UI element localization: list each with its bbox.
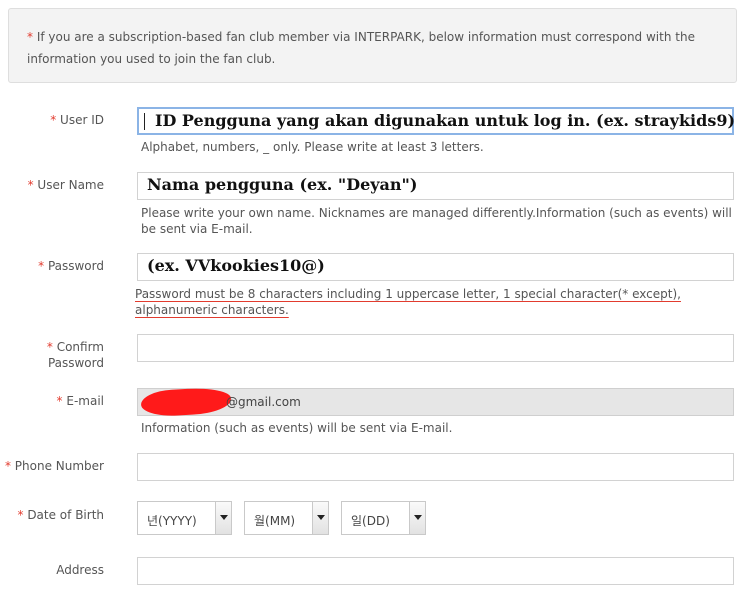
phone-label-text: Phone Number bbox=[14, 459, 104, 473]
address-label-text: Address bbox=[56, 563, 104, 577]
chevron-down-icon bbox=[312, 502, 328, 534]
required-mark: * bbox=[27, 178, 34, 192]
confirm-password-label-line1: Confirm bbox=[56, 340, 104, 354]
email-input: @gmail.com bbox=[137, 386, 734, 418]
required-mark: * bbox=[17, 508, 24, 522]
user-id-annotation: ID Pengguna yang akan digunakan untuk lo… bbox=[155, 111, 736, 130]
user-id-help: Alphabet, numbers, _ only. Please write … bbox=[141, 140, 484, 154]
email-label: * E-mail bbox=[57, 393, 104, 409]
phone-input[interactable] bbox=[137, 453, 734, 481]
email-label-text: E-mail bbox=[66, 394, 104, 408]
user-name-label-text: User Name bbox=[37, 178, 104, 192]
user-name-input[interactable]: Nama pengguna (ex. "Deyan") bbox=[137, 172, 734, 200]
password-input[interactable]: (ex. VVkookies10@) bbox=[137, 253, 734, 281]
chevron-down-icon bbox=[215, 502, 231, 534]
notice-asterisk: * bbox=[27, 30, 33, 44]
dob-label: * Date of Birth bbox=[17, 507, 104, 523]
user-name-help: Please write your own name. Nicknames ar… bbox=[141, 206, 732, 236]
text-caret bbox=[144, 113, 145, 130]
dob-month-value: 월(MM) bbox=[254, 514, 296, 528]
required-mark: * bbox=[38, 259, 45, 273]
password-annotation: (ex. VVkookies10@) bbox=[147, 256, 325, 275]
user-id-label-text: User ID bbox=[60, 113, 104, 127]
dob-day-value: 일(DD) bbox=[351, 514, 390, 528]
address-label: Address bbox=[56, 562, 104, 578]
dob-year-value: 년(YYYY) bbox=[147, 514, 197, 528]
confirm-password-input[interactable] bbox=[137, 334, 734, 362]
fanclub-notice: * If you are a subscription-based fan cl… bbox=[8, 8, 737, 83]
required-mark: * bbox=[4, 459, 11, 473]
confirm-password-label: * Confirm Password bbox=[47, 339, 104, 371]
password-label: * Password bbox=[38, 258, 104, 274]
user-name-annotation: Nama pengguna (ex. "Deyan") bbox=[147, 175, 418, 194]
confirm-password-label-line2: Password bbox=[47, 356, 104, 370]
dob-year-select[interactable]: 년(YYYY) bbox=[137, 501, 232, 535]
address-input[interactable] bbox=[137, 557, 734, 585]
required-mark: * bbox=[50, 113, 57, 127]
dob-day-select[interactable]: 일(DD) bbox=[341, 501, 426, 535]
required-mark: * bbox=[46, 340, 53, 354]
redaction-mark bbox=[140, 386, 232, 418]
dob-label-text: Date of Birth bbox=[27, 508, 104, 522]
dob-month-select[interactable]: 월(MM) bbox=[244, 501, 329, 535]
email-value-suffix: @gmail.com bbox=[226, 395, 301, 409]
password-help: Password must be 8 characters including … bbox=[135, 287, 681, 317]
required-mark: * bbox=[56, 394, 63, 408]
email-help: Information (such as events) will be sen… bbox=[141, 421, 453, 435]
notice-text: If you are a subscription-based fan club… bbox=[27, 30, 695, 66]
user-name-label: * User Name bbox=[28, 177, 104, 193]
password-label-text: Password bbox=[47, 259, 104, 273]
phone-label: * Phone Number bbox=[5, 458, 104, 474]
user-id-label: * User ID bbox=[50, 112, 104, 128]
chevron-down-icon bbox=[409, 502, 425, 534]
user-id-input[interactable]: ID Pengguna yang akan digunakan untuk lo… bbox=[137, 107, 736, 135]
